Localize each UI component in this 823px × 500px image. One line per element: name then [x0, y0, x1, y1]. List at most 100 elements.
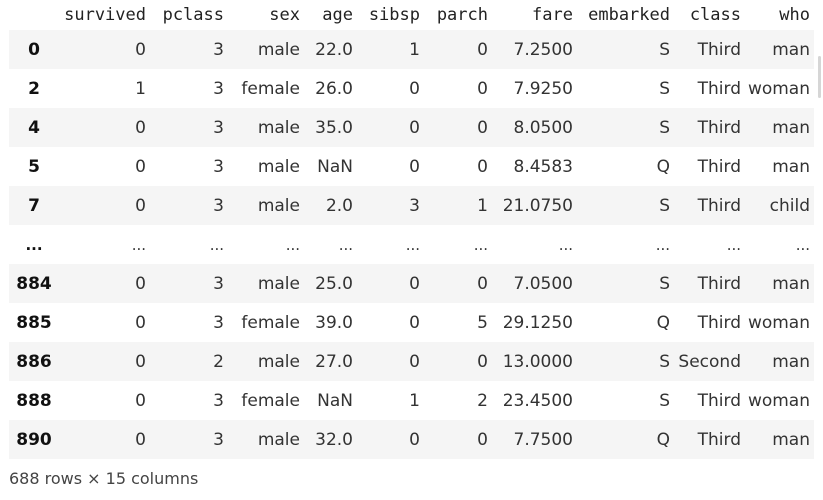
cell-survived: 0	[135, 273, 146, 294]
cell-sibsp: 0	[409, 312, 420, 333]
column-header-class: class	[689, 5, 741, 25]
cell-embarked: S	[659, 195, 670, 216]
cell-fare: 7.9250	[513, 78, 573, 99]
cell-sex: male	[257, 351, 300, 372]
cell-class: Third	[697, 156, 741, 177]
table-row: 885 0 3 female 39.0 0 5 29.1250 Q Third woman	[9, 303, 814, 342]
cell-pclass: ...	[209, 235, 224, 254]
cell-embarked: S	[659, 390, 670, 411]
cell-parch: 0	[477, 78, 488, 99]
cell-class: Third	[697, 429, 741, 450]
cell-age: 22.0	[315, 39, 353, 60]
cell-sibsp: 1	[409, 39, 420, 60]
cell-who: man	[772, 39, 810, 60]
cell-who: man	[772, 156, 810, 177]
cell-class: Third	[697, 39, 741, 60]
cell-sibsp: 0	[409, 117, 420, 138]
cell-parch: 1	[477, 195, 488, 216]
cell-pclass: 3	[213, 273, 224, 294]
cell-sex: male	[257, 273, 300, 294]
cell-survived: 0	[135, 429, 146, 450]
table-body: 0 0 3 male 22.0 1 0 7.2500 S Third man 2 1 3 female 26.…	[9, 30, 814, 459]
cell-pclass: 3	[213, 117, 224, 138]
row-index: 0	[28, 39, 40, 60]
cell-pclass: 3	[213, 312, 224, 333]
cell-survived: 0	[135, 351, 146, 372]
cell-survived: 0	[135, 390, 146, 411]
cell-who: woman	[747, 312, 810, 333]
row-index: 4	[28, 117, 40, 138]
column-header-pclass: pclass	[162, 5, 224, 25]
column-header-sex: sex	[269, 5, 300, 25]
column-header-embarked: embarked	[588, 5, 670, 25]
cell-sex: female	[241, 78, 300, 99]
row-index: 2	[28, 78, 40, 99]
cell-who: woman	[747, 390, 810, 411]
column-header-fare: fare	[532, 5, 573, 25]
vertical-scrollbar[interactable]	[818, 56, 821, 98]
cell-pclass: 2	[213, 351, 224, 372]
cell-fare: 7.0500	[513, 273, 573, 294]
cell-parch: 0	[477, 117, 488, 138]
cell-survived: 1	[135, 78, 146, 99]
cell-sex: female	[241, 390, 300, 411]
cell-pclass: 3	[213, 195, 224, 216]
cell-age: ...	[338, 235, 353, 254]
row-index: 890	[16, 429, 52, 450]
cell-survived: ...	[131, 235, 146, 254]
column-header-who: who	[779, 5, 810, 25]
cell-sex: ...	[285, 235, 300, 254]
cell-sibsp: 0	[409, 273, 420, 294]
cell-fare: 7.2500	[513, 39, 573, 60]
cell-pclass: 3	[213, 156, 224, 177]
cell-age: 2.0	[325, 195, 353, 216]
row-index: ...	[25, 235, 43, 254]
column-header-sibsp: sibsp	[368, 5, 420, 25]
cell-sex: male	[257, 39, 300, 60]
cell-age: 25.0	[315, 273, 353, 294]
cell-survived: 0	[135, 156, 146, 177]
row-index: 7	[28, 195, 40, 216]
table-row: 890 0 3 male 32.0 0 0 7.7500 Q Third man	[9, 420, 814, 459]
cell-survived: 0	[135, 117, 146, 138]
cell-who: ...	[795, 235, 810, 254]
cell-who: man	[772, 351, 810, 372]
cell-class: Third	[697, 195, 741, 216]
cell-age: 27.0	[315, 351, 353, 372]
cell-survived: 0	[135, 195, 146, 216]
cell-age: 35.0	[315, 117, 353, 138]
cell-who: man	[772, 117, 810, 138]
cell-sibsp: 1	[409, 390, 420, 411]
cell-fare: 13.0000	[502, 351, 573, 372]
table-row: 7 0 3 male 2.0 3 1 21.0750 S Third child	[9, 186, 814, 225]
cell-parch: 0	[477, 351, 488, 372]
cell-embarked: Q	[656, 312, 670, 333]
cell-who: woman	[747, 78, 810, 99]
table-row: 886 0 2 male 27.0 0 0 13.0000 S Second man	[9, 342, 814, 381]
cell-pclass: 3	[213, 78, 224, 99]
cell-fare: 8.0500	[513, 117, 573, 138]
cell-fare: ...	[558, 235, 573, 254]
ellipsis-row: .................................	[9, 225, 814, 264]
cell-sibsp: 0	[409, 156, 420, 177]
cell-sibsp: 3	[409, 195, 420, 216]
cell-who: child	[769, 195, 810, 216]
cell-class: Second	[678, 351, 741, 372]
table-row: 884 0 3 male 25.0 0 0 7.0500 S Third man	[9, 264, 814, 303]
cell-embarked: ...	[655, 235, 670, 254]
cell-class: Third	[697, 273, 741, 294]
cell-age: 32.0	[315, 429, 353, 450]
cell-fare: 23.4500	[502, 390, 573, 411]
cell-parch: 2	[477, 390, 488, 411]
cell-age: 39.0	[315, 312, 353, 333]
column-header-parch: parch	[436, 5, 488, 25]
cell-fare: 29.1250	[502, 312, 573, 333]
cell-sex: male	[257, 195, 300, 216]
cell-embarked: Q	[656, 156, 670, 177]
cell-class: Third	[697, 117, 741, 138]
table-header: survived pclass sex age sibsp parch fare embark…	[9, 0, 814, 30]
row-index: 885	[16, 312, 52, 333]
cell-class: Third	[697, 312, 741, 333]
cell-class: Third	[697, 78, 741, 99]
cell-sex: male	[257, 429, 300, 450]
